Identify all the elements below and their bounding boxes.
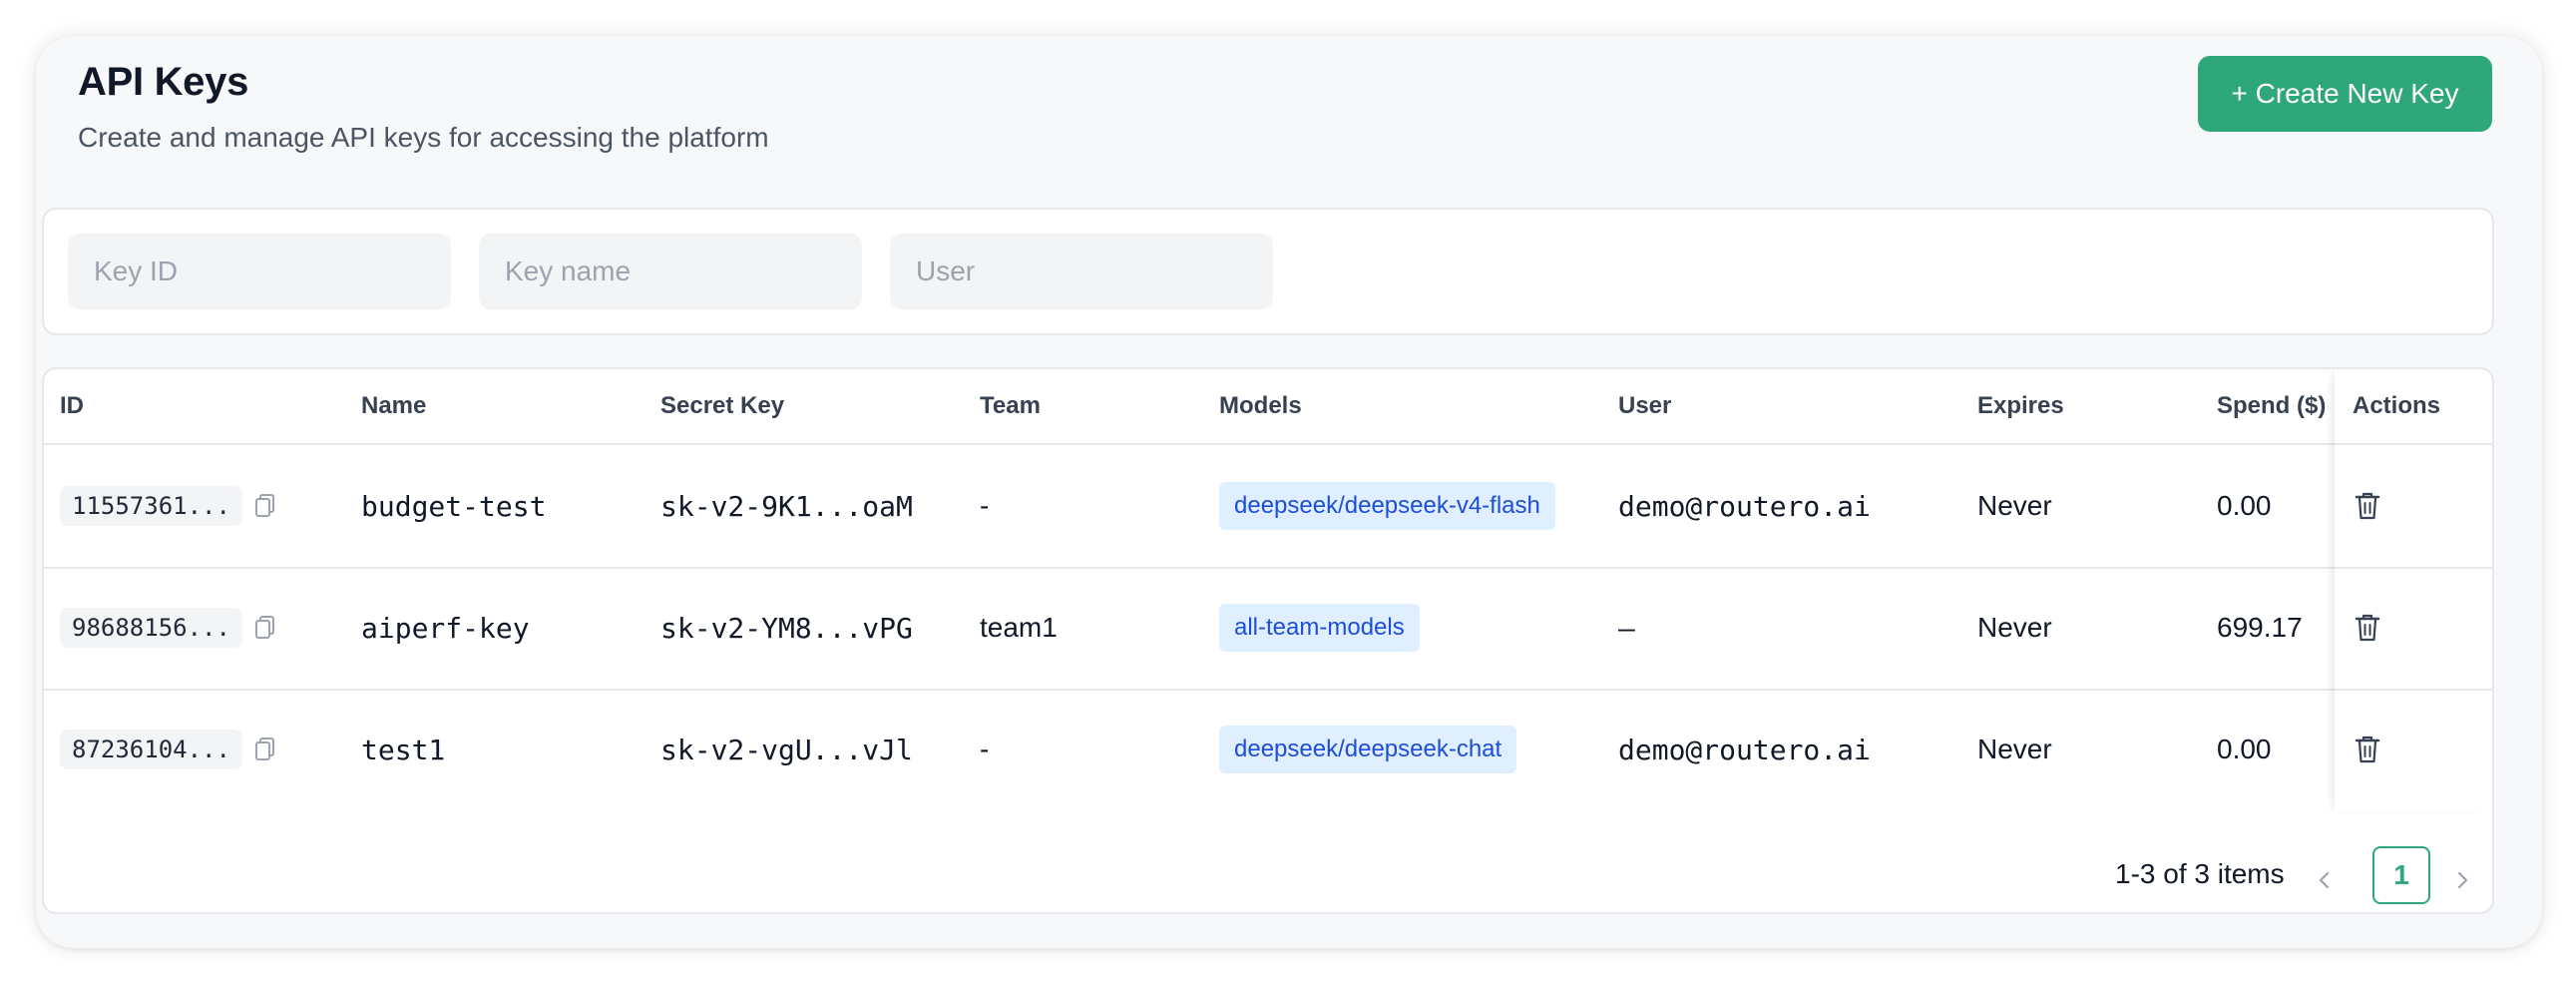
- column-header-models: Models: [1219, 392, 1302, 419]
- pagination-summary: 1-3 of 3 items: [2115, 858, 2285, 889]
- spend: 699.17: [2217, 612, 2303, 643]
- model-tag: deepseek/deepseek-chat: [1219, 726, 1517, 773]
- team: team1: [980, 612, 1058, 643]
- user-filter-input[interactable]: [890, 234, 1273, 309]
- key-name: budget-test: [361, 489, 547, 523]
- chevron-right-icon[interactable]: [2450, 868, 2474, 892]
- user: demo@routero.ai: [1618, 489, 1871, 523]
- secret-key: sk-v2-vgU...vJl: [660, 733, 913, 766]
- page-title: API Keys: [78, 60, 249, 104]
- page-subtitle: Create and manage API keys for accessing…: [78, 122, 769, 153]
- spend: 0.00: [2217, 490, 2272, 521]
- key-id: 98688156...: [60, 608, 242, 648]
- trash-icon[interactable]: [2355, 735, 2380, 764]
- team: -: [980, 490, 990, 521]
- table-row: 98688156... aiperf-key sk-v2-YM8...vPG t…: [44, 567, 2492, 691]
- expires: Never: [1977, 490, 2052, 521]
- user: demo@routero.ai: [1618, 733, 1871, 766]
- key-name: test1: [361, 733, 446, 766]
- key-id: 11557361...: [60, 486, 242, 526]
- api-keys-table: ID Name Secret Key Team Models User Expi…: [42, 367, 2494, 914]
- column-header-spend: Spend ($): [2217, 392, 2327, 419]
- key-id: 87236104...: [60, 730, 242, 769]
- column-header-secret-key: Secret Key: [660, 392, 785, 419]
- column-header-expires: Expires: [1977, 392, 2064, 419]
- chevron-left-icon[interactable]: [2313, 868, 2337, 892]
- key-name-filter-input[interactable]: [479, 234, 862, 309]
- column-header-name: Name: [361, 392, 427, 419]
- spend: 0.00: [2217, 734, 2272, 764]
- api-keys-card: API Keys Create and manage API keys for …: [36, 36, 2542, 948]
- copy-icon[interactable]: [254, 615, 276, 641]
- table-row: 11557361... budget-test sk-v2-9K1...oaM …: [44, 445, 2492, 569]
- column-header-id: ID: [60, 392, 84, 419]
- expires: Never: [1977, 612, 2052, 643]
- model-tag: all-team-models: [1219, 604, 1420, 652]
- secret-key: sk-v2-YM8...vPG: [660, 611, 913, 645]
- secret-key: sk-v2-9K1...oaM: [660, 489, 913, 523]
- key-id-filter-input[interactable]: [68, 234, 451, 309]
- model-tag: deepseek/deepseek-v4-flash: [1219, 482, 1555, 530]
- copy-icon[interactable]: [254, 737, 276, 762]
- page-1-button[interactable]: 1: [2372, 846, 2430, 904]
- column-header-user: User: [1618, 392, 1672, 419]
- table-header: ID Name Secret Key Team Models User Expi…: [44, 369, 2492, 445]
- expires: Never: [1977, 734, 2052, 764]
- column-header-team: Team: [980, 392, 1041, 419]
- team: -: [980, 734, 990, 764]
- key-name: aiperf-key: [361, 611, 530, 645]
- filter-panel: [42, 208, 2494, 335]
- trash-icon[interactable]: [2355, 613, 2380, 643]
- create-new-key-button[interactable]: + Create New Key: [2198, 56, 2492, 132]
- trash-icon[interactable]: [2355, 491, 2380, 521]
- copy-icon[interactable]: [254, 493, 276, 519]
- user: –: [1618, 611, 1635, 645]
- table-row: 87236104... test1 sk-v2-vgU...vJl - deep…: [44, 689, 2492, 810]
- column-header-actions: Actions: [2353, 392, 2441, 419]
